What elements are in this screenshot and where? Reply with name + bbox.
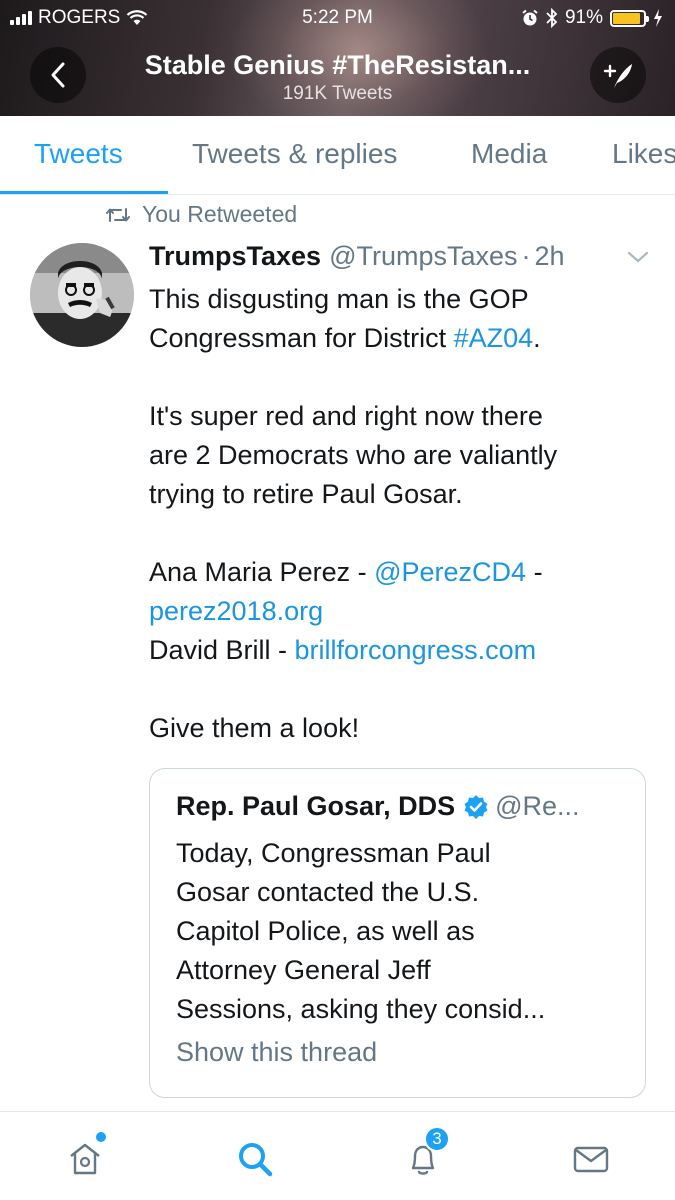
author-avatar[interactable] <box>30 243 134 347</box>
author-name[interactable]: TrumpsTaxes <box>149 241 321 272</box>
tweet-count: 191K Tweets <box>282 83 393 104</box>
compose-tweet-button[interactable] <box>590 47 646 103</box>
tweet-header: TrumpsTaxes @TrumpsTaxes · 2h <box>149 241 659 272</box>
quoted-author-name: Rep. Paul Gosar, DDS <box>176 791 456 821</box>
hashtag-link[interactable]: #AZ04 <box>454 323 534 353</box>
battery-fill <box>613 12 641 24</box>
header-title-block: Stable Genius #TheResistan... 191K Tweet… <box>100 50 575 105</box>
tweet-line-text: - <box>526 557 543 587</box>
tweet-options-chevron-icon[interactable] <box>626 250 650 264</box>
tweet-line-text: . <box>533 323 541 353</box>
tab-likes[interactable]: Likes <box>612 138 675 170</box>
alarm-icon <box>522 9 538 26</box>
nav-notifications[interactable]: 3 <box>398 1126 450 1184</box>
quoted-author-handle: @Re... <box>495 791 580 821</box>
tweet-text: This disgusting man is the GOP Congressm… <box>149 280 659 748</box>
back-button[interactable] <box>30 47 86 103</box>
tweet-line: trying to retire Paul Gosar. <box>149 479 463 509</box>
quoted-line: Sessions, asking they consid... <box>176 994 546 1024</box>
retweet-label: You Retweeted <box>142 201 298 227</box>
bluetooth-icon <box>546 8 558 28</box>
envelope-icon <box>573 1146 609 1173</box>
meta-separator: · <box>521 241 531 271</box>
candidate-name: Ana Maria Perez - <box>149 557 375 587</box>
tab-tweets-and-replies[interactable]: Tweets & replies <box>192 138 397 170</box>
show-thread-link[interactable]: Show this thread <box>176 1037 619 1068</box>
status-right: 91% <box>521 7 663 29</box>
tab-tweets[interactable]: Tweets <box>34 138 123 170</box>
bottom-tab-bar: 3 <box>0 1111 675 1200</box>
search-icon <box>239 1143 273 1177</box>
profile-tabs: Tweets Tweets & replies Media Likes <box>0 116 675 195</box>
tweet-line: It's super red and right now there <box>149 401 543 431</box>
avatar-photo <box>30 243 134 347</box>
verified-badge-icon <box>464 794 488 819</box>
quoted-line: Capitol Police, as well as <box>176 916 475 946</box>
retweet-icon <box>106 207 130 222</box>
nav-search[interactable] <box>230 1134 280 1184</box>
quoted-tweet-text: Today, Congressman Paul Gosar contacted … <box>176 834 619 1029</box>
tweet-line-text: Congressman for District <box>149 323 454 353</box>
compose-feather-icon <box>603 64 632 88</box>
quoted-line: Today, Congressman Paul <box>176 838 491 868</box>
battery-icon <box>610 9 649 27</box>
notifications-badge: 3 <box>424 1126 450 1152</box>
chevron-left-icon <box>51 62 65 88</box>
mention-link[interactable]: @PerezCD4 <box>374 557 526 587</box>
tweet-timestamp[interactable]: 2h <box>535 241 565 272</box>
retweet-context: You Retweeted <box>106 201 297 228</box>
website-link[interactable]: brillforcongress.com <box>295 635 537 665</box>
quoted-tweet-card[interactable]: Rep. Paul Gosar, DDS @Re... Today, Congr… <box>149 768 646 1098</box>
tweet-line: Give them a look! <box>149 713 360 743</box>
candidate-name: David Brill - <box>149 635 295 665</box>
author-handle[interactable]: @TrumpsTaxes <box>329 241 517 272</box>
home-icon <box>70 1143 100 1175</box>
tweet-line: This disgusting man is the GOP <box>149 284 529 314</box>
tweet-line: Congressman for District #AZ04. <box>149 319 659 358</box>
tweet-line: Ana Maria Perez - @PerezCD4 - <box>149 553 659 592</box>
profile-header: ROGERS 5:22 PM 91% Stable Genius #TheRes… <box>0 0 675 116</box>
home-unread-dot <box>96 1132 106 1142</box>
website-link[interactable]: perez2018.org <box>149 592 659 631</box>
active-tab-indicator <box>0 191 168 194</box>
charging-bolt-icon <box>654 9 662 27</box>
quoted-line: Attorney General Jeff <box>176 955 431 985</box>
nav-messages[interactable] <box>566 1134 616 1184</box>
quoted-line: Gosar contacted the U.S. <box>176 877 480 907</box>
tweet-line: David Brill - brillforcongress.com <box>149 631 659 670</box>
quoted-tweet-header: Rep. Paul Gosar, DDS @Re... <box>176 791 619 822</box>
battery-percent: 91% <box>564 7 603 28</box>
tab-media[interactable]: Media <box>471 138 547 170</box>
tweet-line: are 2 Democrats who are valiantly <box>149 440 558 470</box>
status-bar: ROGERS 5:22 PM 91% <box>0 0 675 38</box>
profile-title: Stable Genius #TheResistan... <box>144 50 531 80</box>
nav-home[interactable] <box>60 1132 110 1184</box>
